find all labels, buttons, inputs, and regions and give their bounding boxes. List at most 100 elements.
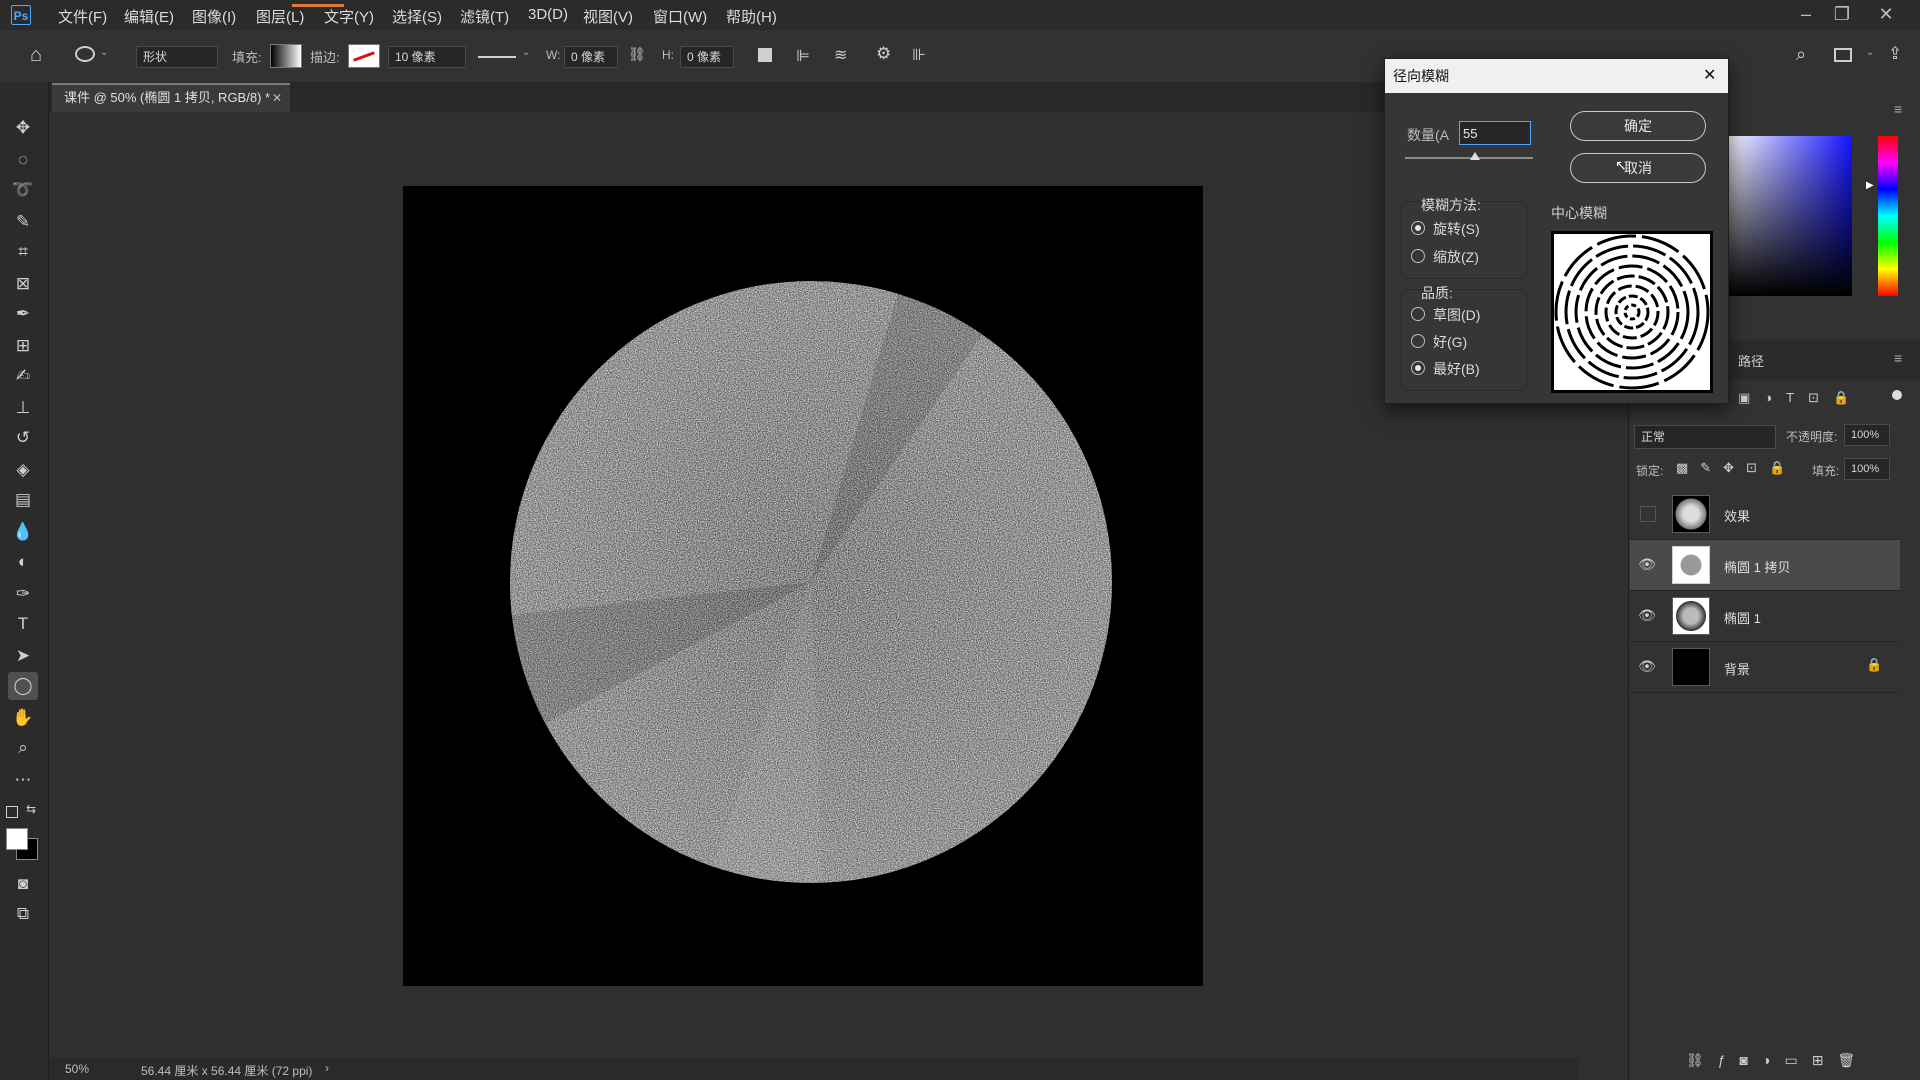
layer-row[interactable]: 👁 椭圆 1 bbox=[1630, 591, 1900, 642]
radio-zoom[interactable] bbox=[1411, 249, 1425, 263]
link-icon[interactable]: ⛓ bbox=[628, 46, 646, 63]
opacity-input[interactable]: 100% bbox=[1844, 424, 1890, 446]
color-picker-field[interactable] bbox=[1726, 136, 1852, 296]
quick-mask-icon[interactable]: ◙ bbox=[10, 872, 36, 896]
stroke-swatch[interactable] bbox=[348, 44, 380, 68]
healing-brush-tool-icon[interactable]: ⊞ bbox=[10, 334, 36, 358]
layer-row[interactable]: 👁 背景 🔒 bbox=[1630, 642, 1900, 693]
frame-tool-icon[interactable]: ⊠ bbox=[10, 272, 36, 296]
type-tool-icon[interactable]: T bbox=[10, 612, 36, 636]
align-edges-icon[interactable]: ⊪ bbox=[912, 45, 926, 65]
amount-input[interactable] bbox=[1459, 121, 1531, 145]
tab-paths[interactable]: 路径 bbox=[1738, 351, 1764, 370]
eye-icon[interactable]: 👁 bbox=[1638, 606, 1656, 624]
path-operations-icon[interactable] bbox=[758, 48, 772, 62]
radio-draft[interactable] bbox=[1411, 307, 1425, 321]
ellipse-tool-icon[interactable]: ◯ bbox=[10, 674, 36, 698]
workspace-icon[interactable] bbox=[1834, 48, 1852, 62]
blend-mode-select[interactable]: 正常 bbox=[1634, 425, 1776, 449]
height-input[interactable]: 0 像素 bbox=[680, 46, 734, 68]
history-brush-tool-icon[interactable]: ↺ bbox=[10, 426, 36, 450]
panel-menu-icon[interactable]: ≡ bbox=[1894, 350, 1902, 366]
menu-type[interactable]: 文字(Y) bbox=[324, 6, 374, 27]
gradient-tool-icon[interactable]: ▤ bbox=[10, 488, 36, 512]
amount-slider-handle[interactable] bbox=[1470, 152, 1481, 160]
ok-button[interactable]: 确定 bbox=[1570, 111, 1706, 141]
crop-tool-icon[interactable]: ⌗ bbox=[10, 240, 36, 264]
foreground-color-swatch[interactable] bbox=[6, 828, 28, 850]
document-canvas[interactable] bbox=[403, 186, 1203, 986]
lasso-tool-icon[interactable]: ➰ bbox=[10, 178, 36, 202]
menu-window[interactable]: 窗口(W) bbox=[653, 6, 707, 27]
visibility-toggle-off[interactable] bbox=[1640, 506, 1656, 522]
menu-filter[interactable]: 滤镜(T) bbox=[460, 6, 509, 27]
menu-view[interactable]: 视图(V) bbox=[583, 6, 633, 27]
pen-tool-icon[interactable]: ✑ bbox=[10, 582, 36, 606]
hand-tool-icon[interactable]: ✋ bbox=[10, 706, 36, 730]
eraser-tool-icon[interactable]: ◈ bbox=[10, 458, 36, 482]
share-icon[interactable]: ⇪ bbox=[1888, 44, 1902, 64]
close-dialog-icon[interactable]: ✕ bbox=[1703, 59, 1716, 93]
shape-mode-select[interactable]: 形状 bbox=[136, 46, 218, 68]
path-select-tool-icon[interactable]: ➤ bbox=[10, 644, 36, 668]
menu-layer[interactable]: 图层(L) bbox=[256, 6, 304, 27]
gear-icon[interactable]: ⚙ bbox=[876, 44, 891, 64]
layer-row-selected[interactable]: 👁 椭圆 1 拷贝 bbox=[1630, 540, 1900, 591]
fill-opacity-input[interactable]: 100% bbox=[1844, 458, 1890, 480]
eye-icon[interactable]: 👁 bbox=[1638, 555, 1656, 573]
menu-help[interactable]: 帮助(H) bbox=[726, 6, 777, 27]
menu-select[interactable]: 选择(S) bbox=[392, 6, 442, 27]
more-tools-icon[interactable]: ⋯ bbox=[10, 768, 36, 792]
swap-colors-icon[interactable]: ⇆ bbox=[26, 802, 36, 816]
radio-spin[interactable] bbox=[1411, 221, 1425, 235]
filter-toggle-icon[interactable] bbox=[1892, 390, 1902, 400]
eye-icon[interactable]: 👁 bbox=[1638, 657, 1656, 675]
amount-slider-track[interactable] bbox=[1405, 157, 1533, 159]
marquee-tool-icon[interactable]: ◌ bbox=[10, 148, 36, 172]
cancel-button[interactable]: 取消 bbox=[1570, 153, 1706, 183]
search-icon[interactable]: ⌕ bbox=[1796, 44, 1806, 65]
minimize-icon[interactable]: – bbox=[1790, 2, 1822, 26]
hue-slider-handle[interactable]: ▶ bbox=[1866, 180, 1874, 191]
chevron-right-icon[interactable]: › bbox=[325, 1061, 329, 1075]
quick-select-tool-icon[interactable]: ✎ bbox=[10, 210, 36, 234]
home-icon[interactable]: ⌂ bbox=[24, 44, 48, 68]
default-colors-icon[interactable] bbox=[6, 806, 18, 818]
path-arrangement-icon[interactable]: ≋ bbox=[834, 45, 847, 65]
menu-edit[interactable]: 编辑(E) bbox=[124, 6, 174, 27]
lock-options-icons[interactable]: ▩✎✥⊡🔒 bbox=[1676, 460, 1797, 476]
document-tab[interactable]: 课件 @ 50% (椭圆 1 拷贝, RGB/8) * ✕ bbox=[52, 83, 290, 112]
layer-filter-icons[interactable]: ▣◑T⊡🔒 bbox=[1738, 390, 1863, 406]
chevron-down-icon[interactable]: ⌄ bbox=[100, 47, 108, 58]
brush-tool-icon[interactable]: ✍ bbox=[10, 364, 36, 388]
close-window-icon[interactable]: ✕ bbox=[1870, 2, 1902, 26]
fill-swatch[interactable] bbox=[270, 44, 302, 68]
dodge-tool-icon[interactable]: ◐ bbox=[10, 550, 36, 574]
zoom-level[interactable]: 50% bbox=[65, 1062, 89, 1076]
radio-good[interactable] bbox=[1411, 334, 1425, 348]
panel-menu-icon[interactable]: ≡ bbox=[1894, 101, 1902, 117]
close-tab-icon[interactable]: ✕ bbox=[272, 85, 282, 111]
menu-file[interactable]: 文件(F) bbox=[58, 6, 107, 27]
zoom-tool-icon[interactable]: ⌕ bbox=[10, 736, 36, 760]
path-alignment-icon[interactable]: ⊫ bbox=[796, 46, 810, 66]
stroke-size-input[interactable]: 10 像素 bbox=[388, 46, 466, 68]
menu-image[interactable]: 图像(I) bbox=[192, 6, 236, 27]
screen-mode-icon[interactable]: ⧉ bbox=[10, 902, 36, 926]
blur-tool-icon[interactable]: 💧 bbox=[10, 520, 36, 544]
layers-footer-icons[interactable]: ⛓ƒ◙◑▭⊞🗑 bbox=[1686, 1052, 1869, 1069]
chevron-down-icon[interactable]: ⌄ bbox=[1866, 47, 1874, 58]
stamp-tool-icon[interactable]: ⊥ bbox=[10, 396, 36, 420]
eyedropper-tool-icon[interactable]: ✒ bbox=[10, 302, 36, 326]
menu-3d[interactable]: 3D(D) bbox=[528, 6, 568, 23]
stroke-type-line[interactable] bbox=[478, 56, 516, 58]
blur-center-preview[interactable] bbox=[1551, 231, 1713, 393]
ellipse-tool-preset-icon[interactable] bbox=[75, 46, 95, 62]
move-tool-icon[interactable]: ✥ bbox=[10, 116, 36, 140]
hue-slider[interactable] bbox=[1878, 136, 1898, 296]
restore-icon[interactable]: ❐ bbox=[1826, 2, 1858, 26]
radio-best[interactable] bbox=[1411, 361, 1425, 375]
chevron-down-icon[interactable]: ⌄ bbox=[522, 47, 530, 58]
width-input[interactable]: 0 像素 bbox=[564, 46, 618, 68]
layer-row[interactable]: 效果 bbox=[1630, 489, 1900, 540]
